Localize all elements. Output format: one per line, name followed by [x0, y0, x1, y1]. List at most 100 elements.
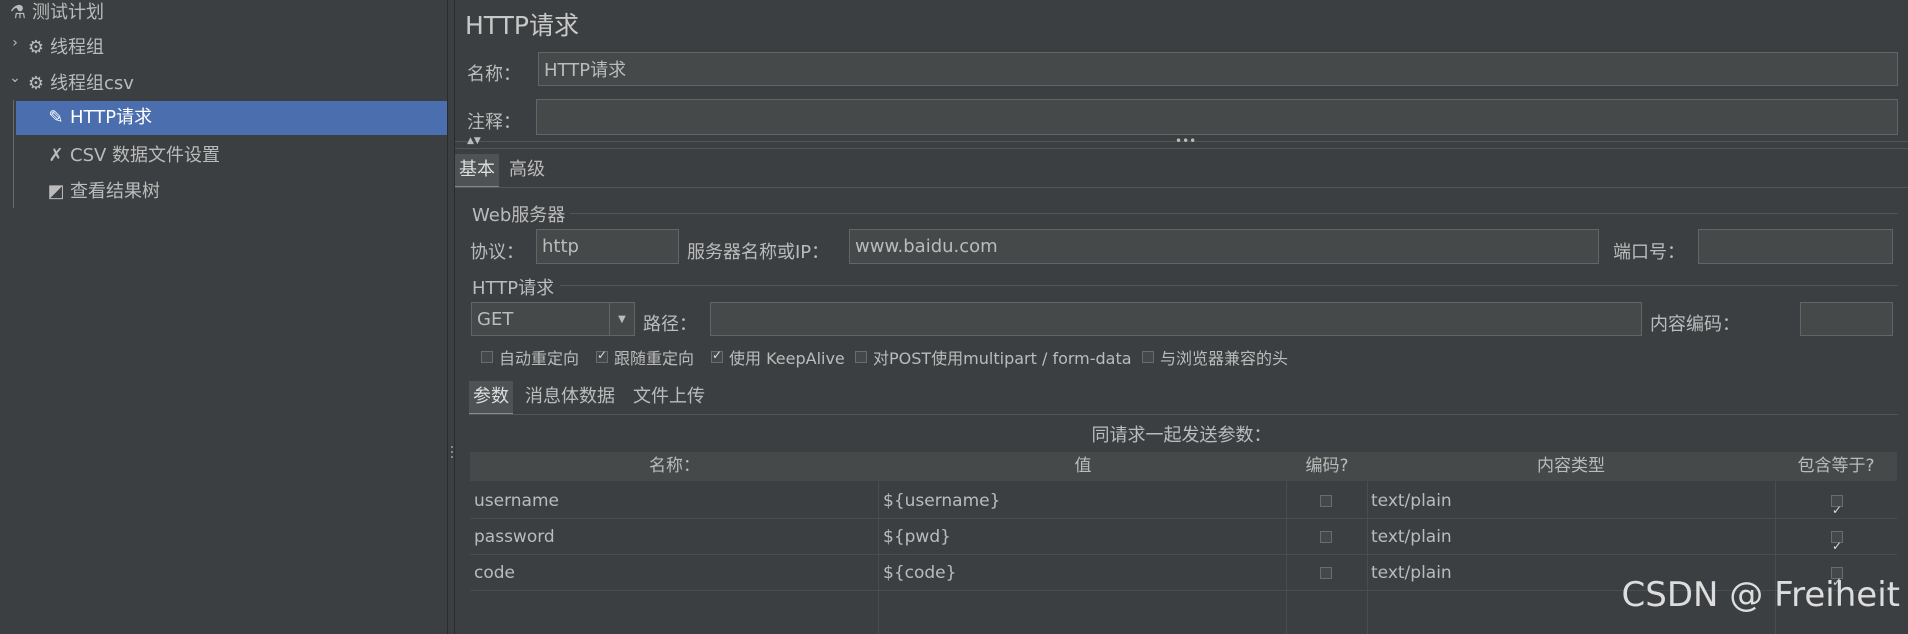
comment-label: 注释： [467, 112, 521, 133]
name-field-value: HTTP请求 [544, 60, 627, 81]
method-select-value: GET [477, 308, 514, 330]
row-divider [470, 518, 1897, 519]
tab-body-data[interactable]: 消息体数据 [521, 381, 619, 413]
column-divider [1367, 481, 1368, 634]
checkbox-label: 跟随重定向 [614, 349, 695, 368]
server-name-field-value: www.baidu.com [855, 236, 998, 257]
checkbox-box[interactable] [1320, 567, 1332, 579]
column-header-include-equals[interactable]: 包含等于? [1775, 452, 1898, 481]
checkbox-box[interactable] [1142, 351, 1154, 363]
split-pane-divider[interactable] [447, 0, 455, 634]
chart-icon: ◩ [47, 181, 65, 202]
checkbox-box[interactable] [1320, 495, 1332, 507]
param-encode-checkbox[interactable] [1320, 555, 1332, 591]
param-content-type-cell[interactable]: text/plain [1371, 519, 1452, 555]
tree-node-view-results-tree[interactable]: ◩ 查看结果树 [46, 175, 160, 209]
param-include-equals-checkbox[interactable] [1831, 483, 1843, 528]
tab-basic[interactable]: 基本 [455, 154, 499, 188]
tools-icon: ✗ [48, 145, 64, 166]
comment-field[interactable] [536, 99, 1898, 135]
tree-node-test-plan[interactable]: ⚗ 测试计划 [8, 0, 104, 30]
content-encoding-label: 内容编码： [1650, 314, 1740, 335]
name-label: 名称： [467, 64, 521, 85]
follow-redirect-checkbox[interactable]: 跟随重定向 [596, 345, 694, 369]
checkbox-box[interactable] [855, 351, 867, 363]
protocol-field-value: http [542, 236, 579, 257]
checkbox-label: 与浏览器兼容的头 [1160, 349, 1289, 368]
checkbox-label: 对POST使用multipart / form-data [873, 349, 1132, 368]
path-label: 路径： [643, 314, 697, 335]
chevron-down-icon[interactable]: ▼ [609, 303, 634, 335]
browser-compatible-headers-checkbox[interactable]: 与浏览器兼容的头 [1142, 345, 1288, 369]
chevron-down-icon[interactable]: ⌄ [8, 70, 22, 86]
tree-node-label: 测试计划 [32, 2, 104, 23]
collapse-strip[interactable]: ▲▼ ••• [455, 134, 1908, 149]
checkbox-box[interactable] [596, 348, 608, 363]
server-name-label: 服务器名称或IP： [687, 242, 830, 263]
port-field[interactable] [1698, 229, 1893, 264]
watermark-text: CSDN @ Freiheit [1621, 575, 1900, 615]
divider-grip [451, 446, 453, 448]
tree-node-label: CSV 数据文件设置 [70, 145, 221, 166]
protocol-field[interactable]: http [536, 229, 679, 264]
column-header-encode[interactable]: 编码? [1287, 452, 1368, 481]
tree-guide-line [13, 100, 14, 208]
checkbox-box[interactable] [481, 351, 493, 363]
column-header-name[interactable]: 名称： [470, 452, 880, 481]
tree-node-thread-group[interactable]: ⚙ 线程组 [26, 31, 104, 65]
divider-grip [451, 456, 453, 458]
tree-node-csv-data-set[interactable]: ✗ CSV 数据文件设置 [46, 139, 220, 173]
multipart-checkbox[interactable]: 对POST使用multipart / form-data [855, 345, 1132, 369]
checkbox-box[interactable] [1831, 528, 1843, 564]
tab-advanced[interactable]: 高级 [505, 154, 549, 186]
column-header-value[interactable]: 值 [879, 452, 1288, 481]
param-content-type-cell[interactable]: text/plain [1371, 555, 1452, 591]
column-divider [1286, 481, 1287, 634]
name-field[interactable]: HTTP请求 [538, 52, 1898, 86]
checkbox-label: 自动重定向 [499, 349, 580, 368]
param-content-type-cell[interactable]: text/plain [1371, 483, 1452, 519]
tree-node-thread-group-csv[interactable]: ⚙ 线程组csv [26, 67, 134, 101]
param-encode-checkbox[interactable] [1320, 483, 1332, 519]
auto-redirect-checkbox[interactable]: 自动重定向 [481, 345, 579, 369]
test-plan-tree[interactable]: ⚗ 测试计划 › ⚙ 线程组 ⌄ ⚙ 线程组csv ✎ HTTP请求 ✗ CSV 数据文件… [0, 0, 447, 634]
http-request-panel: HTTP请求 名称： HTTP请求 注释： ▲▼ ••• 基本 高级 Web服务… [455, 0, 1908, 634]
checkbox-label: 使用 KeepAlive [729, 349, 845, 368]
param-name-cell[interactable]: username [474, 483, 559, 519]
section-divider [560, 285, 1898, 286]
chevron-right-icon[interactable]: › [8, 35, 22, 51]
divider-grip [451, 451, 453, 453]
param-value-cell[interactable]: ${username} [883, 483, 1000, 519]
sub-tab-underline [469, 414, 1898, 415]
tree-node-http-request[interactable]: ✎ HTTP请求 [16, 101, 447, 135]
param-value-cell[interactable]: ${pwd} [883, 519, 951, 555]
checkbox-box[interactable] [1831, 492, 1843, 528]
tab-parameters[interactable]: 参数 [469, 381, 513, 415]
row-divider [470, 554, 1897, 555]
param-value-cell[interactable]: ${code} [883, 555, 956, 591]
tab-file-upload[interactable]: 文件上传 [629, 381, 709, 413]
drag-handle-icon[interactable]: ••• [1175, 134, 1196, 148]
path-field[interactable] [710, 302, 1642, 336]
server-name-field[interactable]: www.baidu.com [849, 229, 1599, 264]
gear-icon: ⚙ [27, 73, 45, 94]
column-header-content-type[interactable]: 内容类型 [1367, 452, 1776, 481]
param-name-cell[interactable]: password [474, 519, 555, 555]
flask-icon: ⚗ [9, 2, 27, 23]
web-server-section-title: Web服务器 [472, 205, 566, 226]
content-encoding-field[interactable] [1800, 302, 1893, 336]
param-name-cell[interactable]: code [474, 555, 515, 591]
column-divider [878, 481, 879, 634]
http-request-section-title: HTTP请求 [472, 278, 555, 299]
checkbox-box[interactable] [711, 348, 723, 363]
param-include-equals-checkbox[interactable] [1831, 519, 1843, 564]
param-encode-checkbox[interactable] [1320, 519, 1332, 555]
gear-icon: ⚙ [27, 37, 45, 58]
tree-node-label: 线程组csv [50, 73, 134, 94]
collapse-arrows-icon[interactable]: ▲▼ [467, 136, 481, 146]
tree-node-label: HTTP请求 [70, 107, 153, 128]
checkbox-box[interactable] [1320, 531, 1332, 543]
keepalive-checkbox[interactable]: 使用 KeepAlive [711, 345, 845, 369]
panel-title: HTTP请求 [465, 11, 579, 40]
method-select[interactable]: GET ▼ [471, 302, 635, 336]
